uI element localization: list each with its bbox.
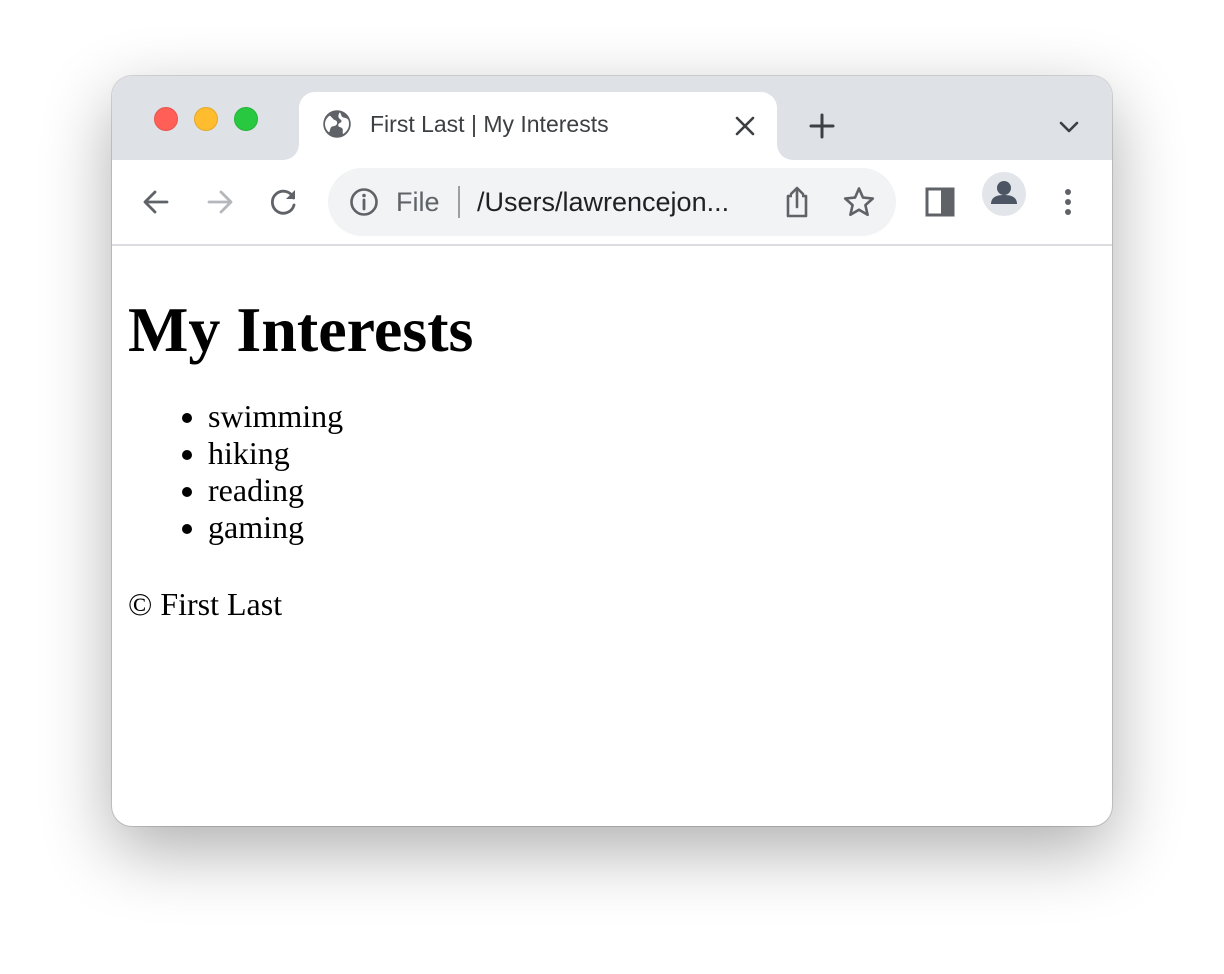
tab-title: First Last | My Interests xyxy=(370,111,609,137)
url-separator xyxy=(458,186,460,218)
globe-icon xyxy=(323,110,351,138)
page-heading: My Interests xyxy=(128,294,474,365)
list-item: hiking xyxy=(208,435,343,472)
chevron-down-icon[interactable] xyxy=(1056,114,1082,140)
arrow-left-icon[interactable] xyxy=(138,184,174,220)
new-tab-button[interactable] xyxy=(807,111,837,141)
page-content: My Interests swimming hiking reading gam… xyxy=(112,246,1112,826)
list-item: reading xyxy=(208,472,343,509)
arrow-right-icon[interactable] xyxy=(202,184,238,220)
interests-list: swimming hiking reading gaming xyxy=(168,398,343,546)
toolbar: File /Users/lawrencejon... xyxy=(112,160,1112,246)
tab-strip: First Last | My Interests xyxy=(112,76,1112,160)
list-item: gaming xyxy=(208,509,343,546)
share-icon[interactable] xyxy=(780,184,814,220)
person-icon xyxy=(991,181,1017,204)
window-maximize-button[interactable] xyxy=(234,107,258,131)
star-icon[interactable] xyxy=(842,185,876,219)
url-scheme-label: File xyxy=(396,187,440,217)
list-item: swimming xyxy=(208,398,343,435)
close-icon[interactable] xyxy=(733,114,757,138)
reload-icon[interactable] xyxy=(266,184,302,220)
page-footer: © First Last xyxy=(128,586,283,622)
window-minimize-button[interactable] xyxy=(194,107,218,131)
url-text[interactable]: /Users/lawrencejon... xyxy=(477,187,755,218)
tab-active[interactable]: First Last | My Interests xyxy=(299,92,777,160)
window-close-button[interactable] xyxy=(154,107,178,131)
side-panel-icon[interactable] xyxy=(922,184,958,220)
profile-button[interactable] xyxy=(982,172,1026,216)
kebab-menu-icon[interactable] xyxy=(1050,184,1086,220)
info-icon[interactable] xyxy=(348,186,380,218)
browser-window: First Last | My Interests File /Users/la… xyxy=(112,76,1112,826)
address-bar[interactable]: File /Users/lawrencejon... xyxy=(328,168,896,236)
